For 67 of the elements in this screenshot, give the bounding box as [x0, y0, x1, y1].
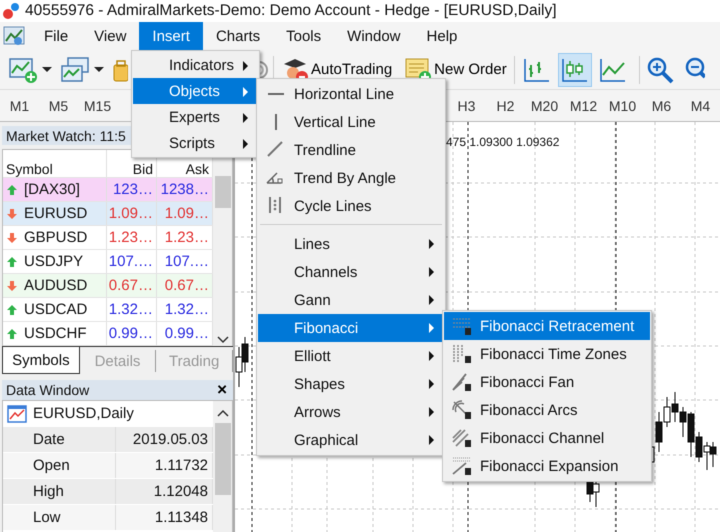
- timeframe-button[interactable]: H2: [486, 98, 525, 114]
- panel-tab[interactable]: Symbols: [2, 347, 80, 374]
- symbol-row[interactable]: [DAX30] 123… 1238…: [3, 178, 213, 202]
- menu-item[interactable]: View: [81, 22, 140, 50]
- menu-item[interactable]: Cycle Lines: [258, 192, 444, 220]
- bid-price: 0.67…: [107, 274, 157, 297]
- menu-item[interactable]: Arrows: [258, 398, 444, 426]
- menu-item[interactable]: Fibonacci Expansion: [444, 452, 650, 480]
- column-header[interactable]: Symbol: [3, 150, 107, 177]
- bid-price: 123…: [107, 178, 157, 201]
- bid-price: 1.32…: [107, 298, 157, 321]
- chart-name: EURUSD,Daily: [33, 405, 134, 422]
- menu-item[interactable]: Indicators: [133, 52, 258, 78]
- timeframe-button[interactable]: M4: [681, 98, 720, 114]
- bid-price: 1.23…: [107, 226, 157, 249]
- menu-item[interactable]: Window: [334, 22, 414, 50]
- menu-item[interactable]: Trendline: [258, 136, 444, 164]
- menu-item[interactable]: Channels: [258, 258, 444, 286]
- symbol-row[interactable]: USDCHF 0.99… 0.99…: [3, 322, 213, 346]
- menu-item[interactable]: Help: [414, 22, 470, 50]
- bid-price: 107.…: [107, 250, 157, 273]
- table-cell: Low: [3, 505, 116, 530]
- symbol-row[interactable]: GBPUSD 1.23… 1.23…: [3, 226, 213, 250]
- symbol-name: GBPUSD: [24, 229, 88, 246]
- menu-item[interactable]: Fibonacci Channel: [444, 424, 650, 452]
- menu-item[interactable]: Lines: [258, 230, 444, 258]
- menu-item[interactable]: Fibonacci Retracement: [444, 312, 650, 340]
- timeframe-button[interactable]: M15: [78, 98, 117, 114]
- menu-item[interactable]: Fibonacci Time Zones: [444, 340, 650, 368]
- symbol-name: [DAX30]: [24, 181, 80, 198]
- symbol-name: USDJPY: [24, 253, 84, 270]
- menu-item[interactable]: Trend By Angle: [258, 164, 444, 192]
- menu-item[interactable]: Fibonacci: [258, 314, 444, 342]
- menu-item[interactable]: Objects: [133, 78, 258, 104]
- bid-price: 0.99…: [107, 322, 157, 345]
- symbol-name: USDCHF: [24, 325, 86, 342]
- menu-item[interactable]: File: [31, 22, 82, 50]
- close-button[interactable]: ×: [211, 380, 233, 400]
- symbol-name: USDCAD: [24, 301, 88, 318]
- menu-item[interactable]: Fibonacci Fan: [444, 368, 650, 396]
- symbol-row[interactable]: USDJPY 107.… 107.…: [3, 250, 213, 274]
- bid-price: 1.09…: [107, 202, 157, 225]
- menu-item[interactable]: Charts: [202, 22, 274, 50]
- menu-item[interactable]: Tools: [273, 22, 334, 50]
- symbol-name: AUDUSD: [24, 277, 88, 294]
- timeframe-button[interactable]: M6: [642, 98, 681, 114]
- menu-item[interactable]: Graphical: [258, 426, 444, 454]
- timeframe-button[interactable]: M5: [39, 98, 78, 114]
- menu-item[interactable]: Fibonacci Arcs: [444, 396, 650, 424]
- timeframe-button[interactable]: M20: [525, 98, 564, 114]
- symbol-name: EURUSD: [24, 205, 88, 222]
- menu-item[interactable]: Horizontal Line: [258, 80, 444, 108]
- timeframe-button[interactable]: M10: [603, 98, 642, 114]
- symbol-row[interactable]: USDCAD 1.32… 1.32…: [3, 298, 213, 322]
- price-label: 475 1.09300 1.09362: [446, 135, 560, 149]
- menu-item[interactable]: Gann: [258, 286, 444, 314]
- window-title: 40555976 - AdmiralMarkets-Demo: Demo Account - Hedge - [EURUSD,Daily]: [25, 2, 557, 20]
- symbol-row[interactable]: AUDUSD 0.67… 0.67…: [3, 274, 213, 298]
- panel-title: Data Window: [6, 382, 90, 398]
- menu-item[interactable]: Insert: [139, 22, 203, 50]
- menu-item[interactable]: Elliott: [258, 342, 444, 370]
- menu-item[interactable]: Shapes: [258, 370, 444, 398]
- symbol-row[interactable]: EURUSD 1.09… 1.09…: [3, 202, 213, 226]
- menu-item[interactable]: Vertical Line: [258, 108, 444, 136]
- timeframe-button[interactable]: M1: [0, 98, 39, 114]
- timeframe-button[interactable]: H3: [447, 98, 486, 114]
- timeframe-button[interactable]: M12: [564, 98, 603, 114]
